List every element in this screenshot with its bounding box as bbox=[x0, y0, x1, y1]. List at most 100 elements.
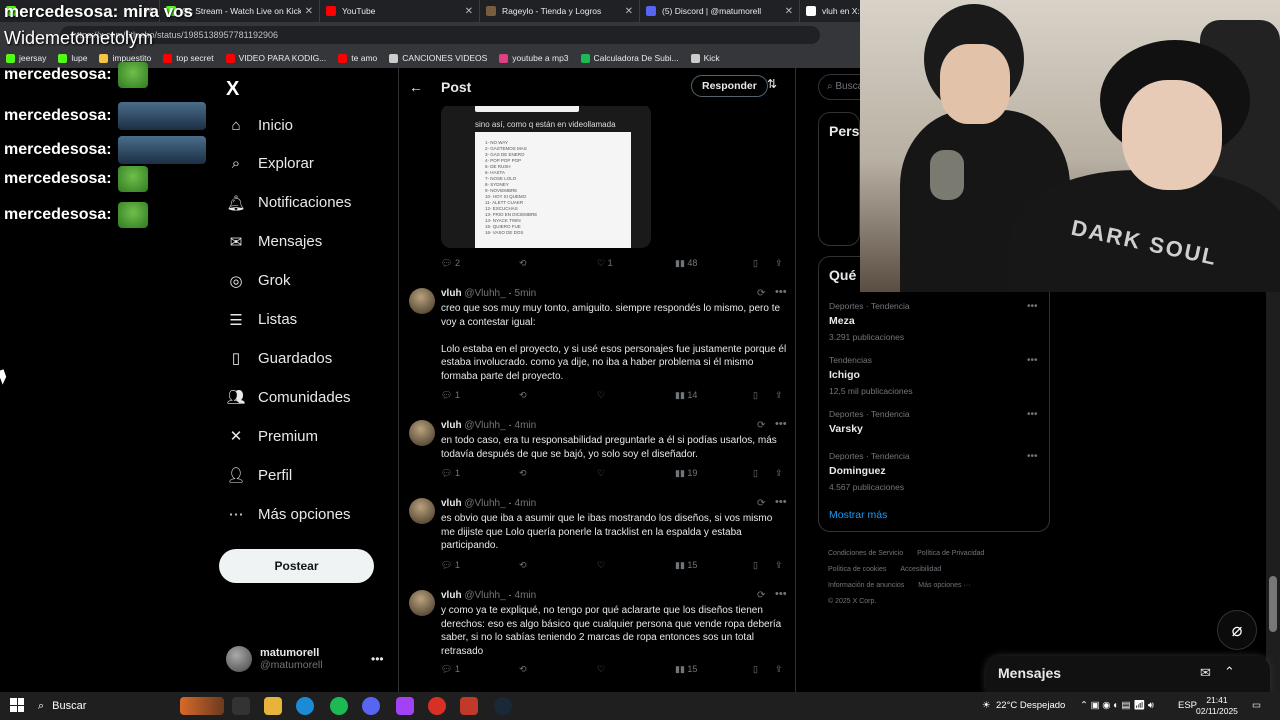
like-icon[interactable]: ♡ bbox=[597, 390, 605, 401]
avatar[interactable] bbox=[409, 590, 435, 616]
post-image[interactable]: sino así, como q están en videollamada 1… bbox=[441, 104, 651, 248]
trend-item[interactable]: Tendencias Ichigo 12,5 mil publicaciones ••… bbox=[829, 355, 1043, 396]
file-explorer-icon[interactable] bbox=[264, 697, 282, 715]
trend-item[interactable]: Deportes · Tendencia Varsky ••• bbox=[829, 409, 1043, 435]
post-button[interactable]: Postear bbox=[219, 549, 374, 583]
trend-item[interactable]: Deportes · Tendencia Meza 3.291 publicacio… bbox=[829, 301, 1043, 342]
filter-icon[interactable]: ⇅ bbox=[767, 77, 777, 91]
nav-item-inicio[interactable]: ⌂ Inicio bbox=[226, 115, 293, 135]
like-icon[interactable]: ♡ bbox=[597, 664, 605, 675]
nav-item-premium[interactable]: ✕ Premium bbox=[226, 426, 318, 446]
reply-action[interactable]: 💬︎ 1 bbox=[441, 468, 460, 479]
more-icon[interactable]: ••• bbox=[775, 588, 787, 600]
repost-icon[interactable]: ⟲ bbox=[519, 468, 527, 479]
edge-icon[interactable] bbox=[296, 697, 314, 715]
views-action[interactable]: ▮▮ 15 bbox=[675, 560, 697, 571]
bookmark-item[interactable]: te amo bbox=[338, 53, 377, 63]
share-icon[interactable]: ⇪ bbox=[775, 664, 783, 675]
spotify-icon[interactable] bbox=[330, 697, 348, 715]
nav-item-más-opciones[interactable]: ⋯ Más opciones bbox=[226, 504, 351, 524]
bookmark-icon[interactable]: ▯ bbox=[753, 468, 758, 479]
bookmark-item[interactable]: Kick bbox=[690, 53, 720, 63]
footer-link[interactable]: Condiciones de Servicio bbox=[828, 550, 903, 557]
bookmark-icon[interactable]: ▯ bbox=[753, 560, 758, 571]
grok-analyze-icon[interactable]: ⟳ bbox=[757, 420, 765, 431]
repost-icon[interactable]: ⟲ bbox=[519, 560, 527, 571]
scrollbar-thumb[interactable] bbox=[1269, 576, 1277, 632]
browser-tab[interactable]: Rageylo - Tienda y Logros ✕ bbox=[480, 0, 640, 22]
like-icon[interactable]: ♡ bbox=[597, 560, 605, 571]
reply-action[interactable]: 💬︎ 1 bbox=[441, 664, 460, 675]
footer-link[interactable]: Accesibilidad bbox=[900, 566, 941, 573]
reply-action[interactable]: 💬︎ 1 bbox=[441, 390, 460, 401]
reply-action[interactable]: 💬︎ 2 bbox=[441, 258, 460, 269]
reply-action[interactable]: 💬︎ 1 bbox=[441, 560, 460, 571]
bookmark-item[interactable]: Calculadora De Subi... bbox=[580, 53, 679, 63]
grok-analyze-icon[interactable]: ⟳ bbox=[757, 288, 765, 299]
views-action[interactable]: ▮▮ 48 bbox=[675, 258, 697, 269]
clock[interactable]: 21:41 02/11/2025 bbox=[1196, 695, 1238, 717]
url-field[interactable]: https://x.com/6tlncho/status/19851389577… bbox=[60, 26, 820, 44]
weather-text[interactable]: 22°C Despejado bbox=[996, 692, 1065, 720]
close-icon[interactable]: ✕ bbox=[305, 6, 313, 17]
nav-item-perfil[interactable]: 👤︎ Perfil bbox=[226, 465, 292, 485]
more-icon[interactable]: ••• bbox=[1027, 451, 1038, 462]
share-icon[interactable]: ⇪ bbox=[775, 390, 783, 401]
respond-button[interactable]: Responder bbox=[691, 75, 768, 97]
tray-icons[interactable]: ⌃ ▣ ◉ ◐ ▤ 📶︎ 🔊︎ bbox=[1080, 692, 1154, 720]
views-action[interactable]: ▮▮ 19 bbox=[675, 468, 697, 479]
share-icon[interactable]: ⇪ bbox=[775, 560, 783, 571]
grok-button[interactable]: ⌀ bbox=[1217, 610, 1257, 650]
nav-item-guardados[interactable]: ▯ Guardados bbox=[226, 348, 332, 368]
close-icon[interactable]: ✕ bbox=[785, 6, 793, 17]
task-view-icon[interactable] bbox=[232, 697, 250, 715]
repost-icon[interactable]: ⟲ bbox=[519, 258, 527, 269]
nav-item-comunidades[interactable]: 👥︎ Comunidades bbox=[226, 387, 350, 407]
footer-link[interactable]: © 2025 X Corp. bbox=[828, 598, 876, 605]
more-icon[interactable]: ••• bbox=[775, 286, 787, 298]
browser-tab[interactable]: (5) Discord | @matumorell ✕ bbox=[640, 0, 800, 22]
grok-analyze-icon[interactable]: ⟳ bbox=[757, 498, 765, 509]
back-arrow-icon[interactable]: ← bbox=[409, 79, 423, 95]
bookmark-icon[interactable]: ▯ bbox=[753, 258, 758, 269]
bookmark-icon[interactable]: ▯ bbox=[753, 664, 758, 675]
new-message-icon[interactable]: ✉ bbox=[1200, 665, 1211, 681]
more-icon[interactable]: ••• bbox=[1027, 409, 1038, 420]
nav-item-mensajes[interactable]: ✉ Mensajes bbox=[226, 232, 323, 252]
more-icon[interactable]: ••• bbox=[371, 652, 384, 666]
footer-link[interactable]: Política de cookies bbox=[828, 566, 886, 573]
like-action[interactable]: ♡ 1 bbox=[597, 258, 613, 269]
more-icon[interactable]: ••• bbox=[1027, 301, 1038, 312]
language-indicator[interactable]: ESP bbox=[1178, 692, 1197, 720]
reply-author-name[interactable]: vluh bbox=[441, 590, 462, 601]
weather-icon[interactable]: ☀ bbox=[982, 692, 991, 720]
reply-author-name[interactable]: vluh bbox=[441, 420, 462, 431]
chrome-icon[interactable] bbox=[428, 697, 446, 715]
more-icon[interactable]: ••• bbox=[775, 496, 787, 508]
views-action[interactable]: ▮▮ 14 bbox=[675, 390, 697, 401]
bookmark-item[interactable]: CANCIONES VIDEOS bbox=[389, 53, 487, 63]
x-logo-icon[interactable]: X bbox=[226, 78, 239, 101]
footer-link[interactable]: Política de Privacidad bbox=[917, 550, 984, 557]
avatar[interactable] bbox=[409, 420, 435, 446]
avatar[interactable] bbox=[409, 498, 435, 524]
footer-link[interactable]: Información de anuncios bbox=[828, 582, 904, 589]
bookmark-item[interactable]: top secret bbox=[163, 53, 214, 63]
account-switcher[interactable]: matumorell @matumorell ••• bbox=[226, 646, 384, 672]
repost-icon[interactable]: ⟲ bbox=[519, 390, 527, 401]
bookmark-icon[interactable]: ▯ bbox=[753, 390, 758, 401]
bookmark-item[interactable]: VIDEO PARA KODIG... bbox=[225, 53, 326, 63]
avatar[interactable] bbox=[409, 288, 435, 314]
discord-icon[interactable] bbox=[362, 697, 380, 715]
expand-icon[interactable]: ⌃ bbox=[1224, 664, 1235, 680]
windows-start-icon[interactable] bbox=[10, 698, 24, 712]
voicemeeter-icon[interactable] bbox=[460, 697, 478, 715]
grok-analyze-icon[interactable]: ⟳ bbox=[757, 590, 765, 601]
browser-tab[interactable]: YouTube ✕ bbox=[320, 0, 480, 22]
footer-link[interactable]: Más opciones ··· bbox=[918, 582, 970, 589]
notifications-icon[interactable]: ▭ bbox=[1252, 692, 1261, 720]
close-icon[interactable]: ✕ bbox=[625, 6, 633, 17]
steam-icon[interactable] bbox=[494, 697, 512, 715]
nav-item-listas[interactable]: ☰ Listas bbox=[226, 310, 297, 330]
views-action[interactable]: ▮▮ 15 bbox=[675, 664, 697, 675]
